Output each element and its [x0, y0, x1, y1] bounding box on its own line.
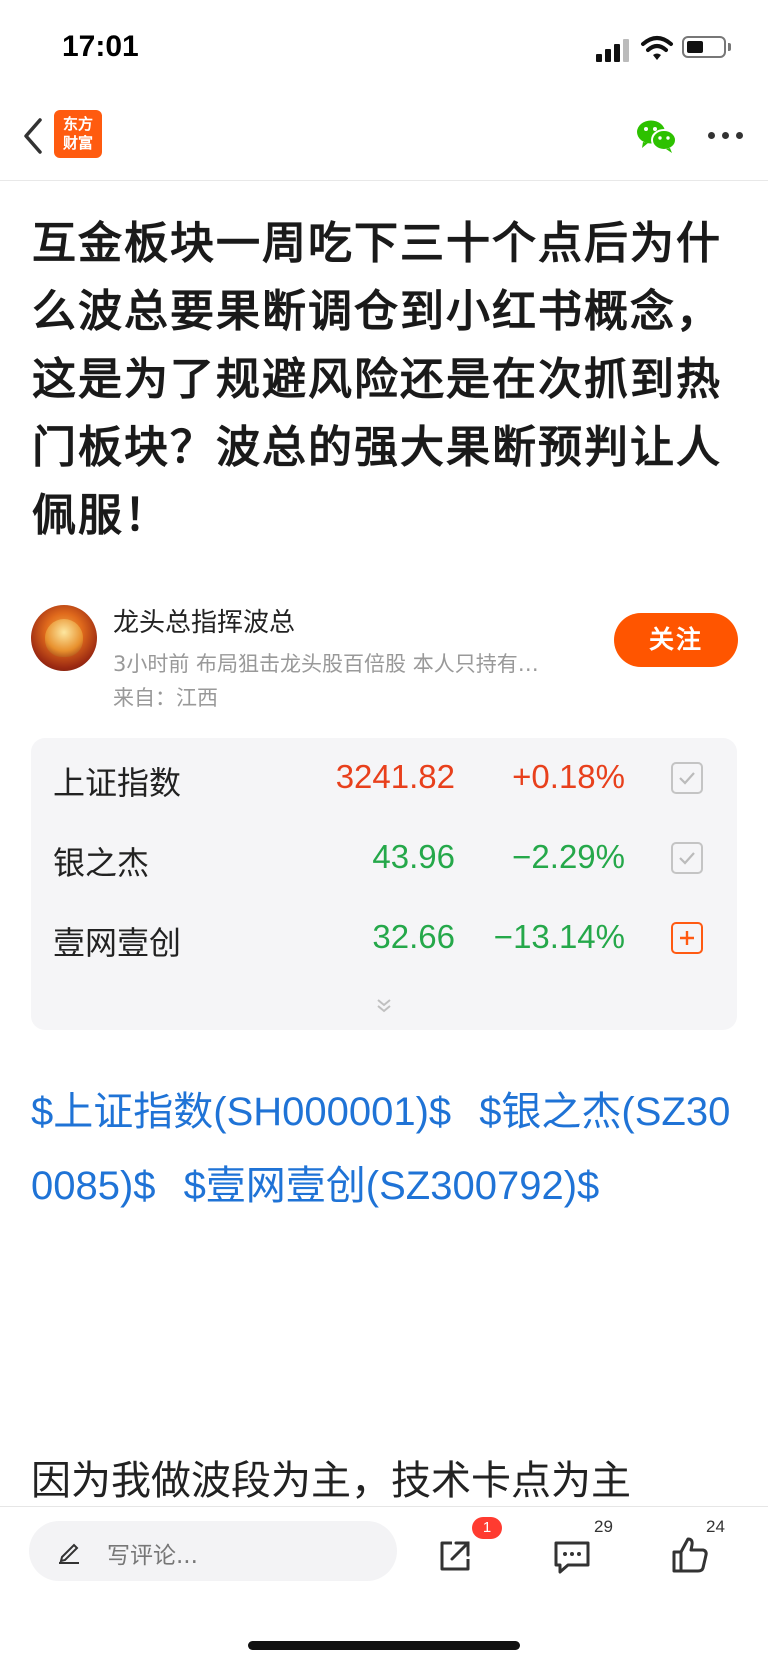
watchlist-added-icon[interactable] — [671, 842, 703, 874]
signal-icon — [596, 38, 630, 62]
battery-level — [687, 41, 703, 53]
chevron-down-icon[interactable] — [369, 994, 399, 1018]
logo-text-line2: 财富 — [62, 134, 93, 152]
wifi-icon — [641, 36, 673, 60]
status-bar: 17:01 — [0, 0, 768, 96]
comment-placeholder: 写评论... — [107, 1543, 198, 1569]
stock-row[interactable]: 银之杰 43.96 −2.29% — [31, 818, 737, 902]
author-name[interactable]: 龙头总指挥波总 — [113, 602, 295, 639]
avatar[interactable] — [31, 605, 97, 671]
stock-tag-link[interactable]: $上证指数(SH000001)$ — [31, 1090, 451, 1134]
stock-change: −2.29% — [512, 838, 625, 875]
share-badge: 1 — [472, 1517, 502, 1539]
battery-cap — [728, 43, 731, 51]
author-location: 来自：江西 — [113, 686, 218, 710]
status-time: 17:01 — [62, 30, 139, 63]
stock-price: 43.96 — [372, 838, 455, 875]
stock-change: −13.14% — [493, 918, 625, 955]
share-icon[interactable] — [436, 1537, 474, 1575]
stock-price: 32.66 — [372, 918, 455, 955]
bottom-bar: 写评论... 1 29 24 — [0, 1506, 768, 1664]
stock-tag-link[interactable]: $壹网壹创(SZ300792)$ — [184, 1164, 600, 1208]
comment-count: 29 — [594, 1517, 613, 1536]
wechat-share-icon[interactable] — [636, 118, 678, 154]
avatar-bull-image — [45, 619, 83, 657]
home-indicator — [248, 1641, 520, 1650]
article-title: 互金板块一周吃下三十个点后为什么波总要果断调仓到小红书概念，这是为了规避风险还是… — [32, 218, 722, 541]
article-body: 因为我做波段为主，技术卡点为主 — [31, 1458, 631, 1504]
stock-price: 3241.82 — [335, 758, 455, 795]
stock-card: 上证指数 3241.82 +0.18% 银之杰 43.96 −2.29% 壹网壹… — [31, 738, 737, 1030]
back-icon[interactable] — [16, 114, 56, 158]
app-logo[interactable]: 东方 财富 — [54, 110, 102, 158]
stock-name: 壹网壹创 — [53, 924, 182, 962]
nav-bar: 东方 财富 — [0, 96, 768, 181]
stock-row[interactable]: 上证指数 3241.82 +0.18% — [31, 738, 737, 822]
more-icon[interactable] — [708, 132, 748, 142]
stock-name: 银之杰 — [53, 844, 150, 882]
pen-icon — [59, 1543, 79, 1564]
author-meta: 3小时前 布局狙击龙头股百倍股 本人只持有… — [113, 652, 539, 676]
add-watchlist-icon[interactable] — [671, 922, 703, 954]
thumbs-up-icon[interactable] — [670, 1535, 710, 1575]
logo-text-line1: 东方 — [62, 115, 93, 133]
stock-name: 上证指数 — [53, 764, 182, 802]
stock-row[interactable]: 壹网壹创 32.66 −13.14% — [31, 898, 737, 982]
stock-tags: $上证指数(SH000001)$ $银之杰(SZ300085)$ $壹网壹创(SZ3… — [31, 1075, 737, 1223]
comment-input[interactable]: 写评论... — [29, 1521, 397, 1581]
like-count: 24 — [706, 1517, 725, 1536]
stock-change: +0.18% — [512, 758, 625, 795]
follow-button[interactable]: 关注 — [614, 613, 738, 667]
watchlist-added-icon[interactable] — [671, 762, 703, 794]
comment-icon[interactable] — [552, 1539, 592, 1575]
battery-icon — [682, 36, 726, 58]
